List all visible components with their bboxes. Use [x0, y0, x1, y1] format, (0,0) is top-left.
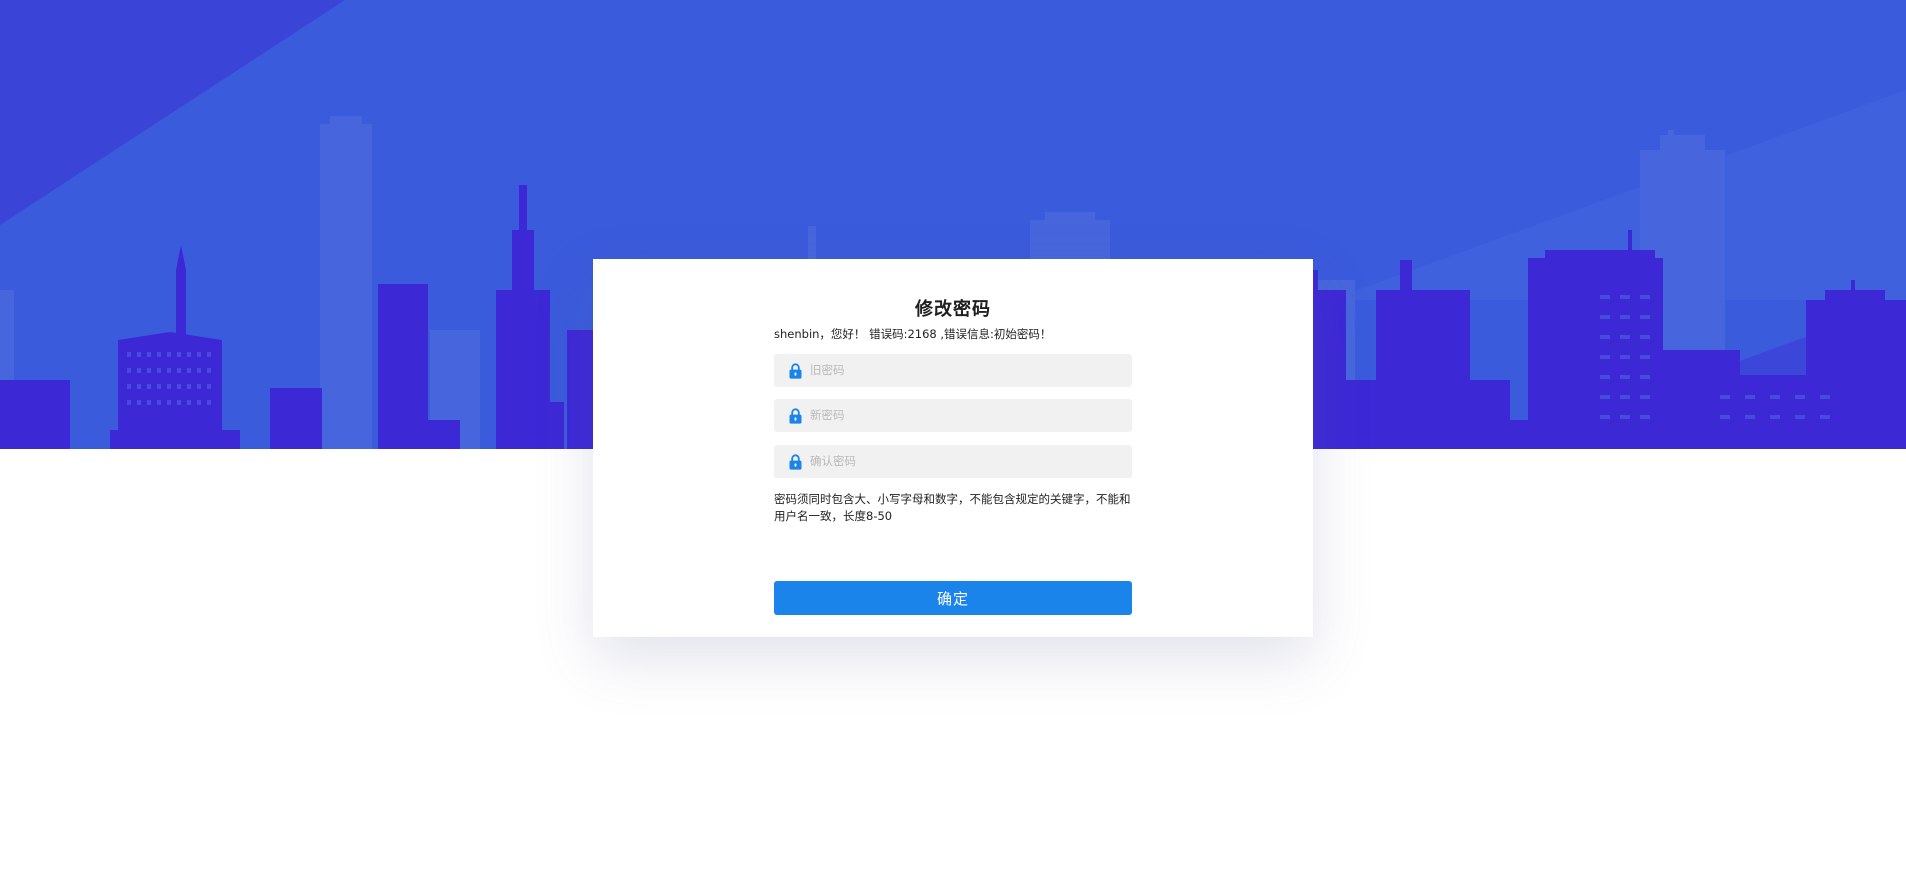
confirm-password-field: [774, 445, 1132, 478]
page-title: 修改密码: [915, 299, 991, 320]
confirm-button[interactable]: 确定: [774, 581, 1132, 615]
password-rules-hint: 密码须同时包含大、小写字母和数字，不能包含规定的关键字，不能和用户名一致，长度8…: [774, 492, 1131, 523]
confirm-password-input[interactable]: [810, 445, 1120, 478]
error-message: shenbin，您好！ 错误码:2168 ,错误信息:初始密码！: [774, 327, 1052, 341]
change-password-card: 修改密码 shenbin，您好！ 错误码:2168 ,错误信息:初始密码！ 密码…: [593, 259, 1313, 637]
lock-icon: [789, 363, 802, 379]
lock-icon: [789, 408, 802, 424]
old-password-field: [774, 354, 1132, 387]
new-password-input[interactable]: [810, 399, 1120, 432]
lock-icon: [789, 454, 802, 470]
new-password-field: [774, 399, 1132, 432]
old-password-input[interactable]: [810, 354, 1120, 387]
